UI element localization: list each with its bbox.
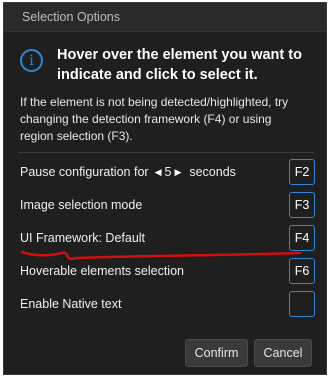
seconds-label: seconds (189, 165, 236, 179)
pause-hotkey-button[interactable]: F2 (289, 159, 315, 185)
ui-framework-label: UI Framework: Default (20, 231, 146, 245)
info-heading-row: i Hover over the element you want to ind… (18, 45, 314, 85)
pause-label: Pause configuration for (20, 165, 149, 179)
info-circle-icon: i (20, 49, 43, 72)
hoverable-label: Hoverable elements selection (20, 264, 184, 278)
heading-line-2: indicate and click to select it. (57, 67, 258, 83)
image-selection-label: Image selection mode (20, 198, 143, 212)
note-line-1: If the element is not being detected/hig… (20, 95, 289, 109)
info-heading: Hover over the element you want to indic… (57, 45, 302, 85)
option-hoverable-elements[interactable]: Hoverable elements selection F6 (20, 257, 316, 285)
option-image-selection-mode[interactable]: Image selection mode F3 (20, 191, 316, 219)
decrease-arrow-icon[interactable]: ◀ (155, 167, 162, 178)
increase-arrow-icon[interactable]: ▶ (174, 167, 181, 178)
pause-label-group: Pause configuration for ◀ 5 ▶ seconds (20, 165, 236, 179)
cancel-button[interactable]: Cancel (254, 339, 312, 367)
note-line-2: changing the detection framework (F4) or… (20, 112, 272, 126)
selection-options-dialog: Selection Options i Hover over the eleme… (3, 2, 327, 375)
option-enable-native-text[interactable]: Enable Native text (20, 290, 316, 318)
note-line-3: region selection (F3). (20, 129, 133, 143)
pause-seconds-stepper[interactable]: ◀ 5 ▶ (155, 165, 182, 179)
option-pause-configuration: Pause configuration for ◀ 5 ▶ seconds F2 (20, 158, 316, 186)
pause-seconds-value: 5 (164, 165, 172, 179)
image-selection-hotkey-button[interactable]: F3 (289, 192, 315, 218)
confirm-button[interactable]: Confirm (185, 339, 248, 367)
ui-framework-hotkey-button[interactable]: F4 (289, 225, 315, 251)
native-text-toggle-button[interactable] (289, 291, 315, 317)
heading-line-1: Hover over the element you want to (57, 47, 302, 63)
native-text-label: Enable Native text (20, 297, 122, 311)
divider (18, 152, 314, 153)
hoverable-hotkey-button[interactable]: F6 (289, 258, 315, 284)
dialog-title: Selection Options (4, 3, 326, 32)
detection-note: If the element is not being detected/hig… (20, 94, 316, 145)
option-ui-framework[interactable]: UI Framework: Default F4 (20, 224, 316, 252)
